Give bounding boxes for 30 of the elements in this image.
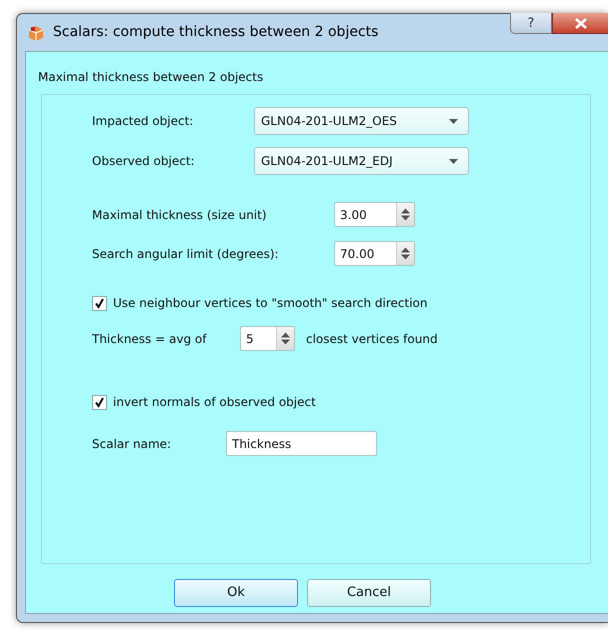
checkbox-label[interactable]: Use neighbour vertices to "smooth" search direction xyxy=(113,294,428,312)
help-button[interactable]: ? xyxy=(510,13,552,34)
spin-box[interactable]: 5 xyxy=(240,326,295,351)
caret-icon xyxy=(449,118,458,124)
spin-box[interactable]: 3.00 xyxy=(334,202,415,227)
caret-icon xyxy=(449,158,458,164)
app-icon xyxy=(27,24,45,42)
text-field[interactable]: Thickness xyxy=(226,431,377,456)
spin-arrows-icon[interactable] xyxy=(396,242,414,265)
field-label: Scalar name: xyxy=(92,436,172,452)
ok-button[interactable]: Ok xyxy=(174,579,298,607)
group-title: Maximal thickness between 2 objects xyxy=(38,69,264,86)
field-label: Search angular limit (degrees): xyxy=(92,246,280,262)
close-button[interactable] xyxy=(552,13,608,34)
checkbox[interactable] xyxy=(92,296,107,310)
dropdown[interactable]: GLN04-201-ULM2_OES xyxy=(254,107,469,135)
spin-arrows-icon[interactable] xyxy=(276,327,294,350)
cancel-button[interactable]: Cancel xyxy=(307,579,431,607)
field-label: Observed object: xyxy=(92,153,196,170)
close-icon xyxy=(574,18,588,28)
field-label: Impacted object: xyxy=(92,113,194,130)
field-label: Thickness = avg of xyxy=(92,330,208,348)
spin-box[interactable]: 70.00 xyxy=(334,241,415,266)
dropdown[interactable]: GLN04-201-ULM2_EDJ xyxy=(254,147,469,175)
field-label: closest vertices found xyxy=(306,330,438,348)
window-title: Scalars: compute thickness between 2 objects xyxy=(53,23,378,42)
spin-arrows-icon[interactable] xyxy=(396,203,414,226)
checkbox-label[interactable]: invert normals of observed object xyxy=(113,393,316,411)
field-label: Maximal thickness (size unit) xyxy=(92,206,268,224)
checkbox[interactable] xyxy=(92,394,107,410)
